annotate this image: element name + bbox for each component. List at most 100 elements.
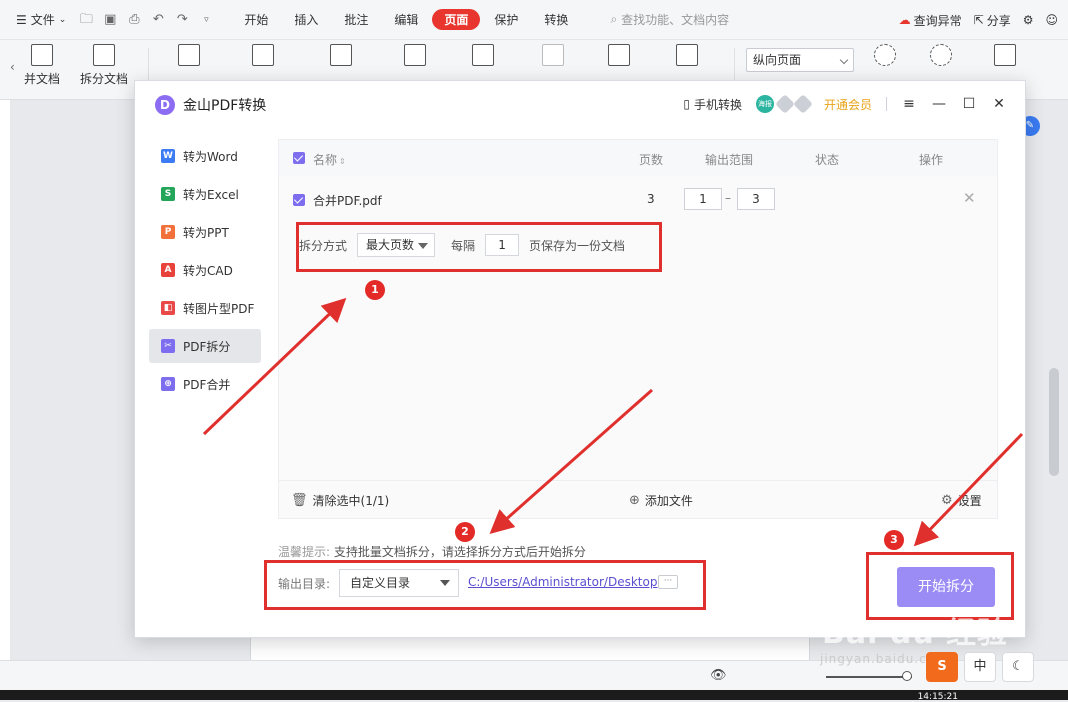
sidebar-item-2[interactable]: P 转为PPT [149,215,261,249]
close-icon[interactable]: ✕ [991,96,1007,112]
toolbar-page-button-6[interactable] [542,44,564,70]
plus-circle-icon: ⊕ [629,493,640,508]
tab-1[interactable]: 插入 [282,9,330,30]
customize-icon[interactable]: ▿ [198,12,214,28]
query-error-button[interactable]: ☁ 查询异常 [899,12,962,29]
menu-icon[interactable]: ≡ [901,96,917,112]
zoom-slider[interactable] [826,676,912,678]
sidebar-item-label: 转为Word [183,149,238,164]
tip-text: 温馨提示: 支持批量文档拆分，请选择拆分方式后开始拆分 [278,543,586,560]
tab-4[interactable]: 页面 [432,9,481,30]
split-doc-button[interactable]: 拆分文档 [80,44,128,87]
export-page-button[interactable] [994,44,1016,70]
annotation-box-1 [296,222,662,272]
wps-logo-icon[interactable]: S [926,652,958,682]
file-menu[interactable]: ☰ 文件 ⌄ [8,11,74,28]
toolbar-page-button-5[interactable] [472,44,494,70]
zoom-slider-handle[interactable] [902,671,912,681]
toolbar-page-button-7[interactable] [608,44,630,70]
chevron-down-icon: ⌄ [58,14,67,25]
toolbar-page-button-3[interactable] [330,44,352,70]
maximize-icon[interactable]: ☐ [961,96,977,112]
ribbon-tabs: 开始 插入 批注 编辑 页面 保护 转换 [232,9,582,30]
sidebar-item-label: 转为CAD [183,263,233,278]
split-page-icon [676,44,698,66]
sidebar-item-label: 转为Excel [183,187,239,202]
file-list-header: 名称 ⇕ 页数 输出范围 状态 操作 [279,140,997,176]
settings-icon[interactable]: ⚙ [1023,13,1034,27]
add-file-button[interactable]: ⊕ 添加文件 [629,492,693,509]
split-doc-label: 拆分文档 [80,72,129,86]
emoji-icon[interactable]: ☺ [1045,13,1058,27]
redo-icon[interactable]: ↷ [174,12,190,28]
file-page-count: 3 [647,192,655,206]
sidebar-item-label: 转为PPT [183,225,229,240]
settings-button[interactable]: ⚙ 设置 [941,492,982,509]
tab-3[interactable]: 编辑 [382,9,430,30]
phone-icon: ▯ [683,97,690,111]
sidebar-item-4[interactable]: ◧ 转图片型PDF [149,291,261,325]
eye-icon[interactable]: 👁 [710,668,727,683]
range-to-input[interactable]: 3 [737,188,775,210]
clear-selected-button[interactable]: 🗑 清除选中(1/1) [291,492,389,509]
annotation-number-1: 1 [365,280,385,300]
tab-6[interactable]: 转换 [532,9,580,30]
tab-2[interactable]: 批注 [332,9,380,30]
trash-icon: 🗑 [291,493,308,508]
column-range-header: 输出范围 [705,153,754,167]
pdf-split-icon: ✂ [161,339,175,353]
sidebar-item-label: PDF合并 [183,377,231,392]
sidebar-item-1[interactable]: S 转为Excel [149,177,261,211]
open-folder-icon[interactable]: 🗀 [78,12,94,28]
toolbar-page-button-4[interactable] [404,44,426,70]
toolbar-page-button-8[interactable] [676,44,698,70]
tip-message: 支持批量文档拆分，请选择拆分方式后开始拆分 [333,545,586,559]
query-error-label: 查询异常 [913,13,962,28]
column-name-label: 名称 [313,153,338,167]
mobile-convert-label: 手机转换 [693,97,742,112]
row-checkbox[interactable] [293,194,305,206]
input-language-button[interactable]: 中 [964,652,996,682]
mobile-convert-button[interactable]: ▯ 手机转换 [683,96,742,113]
crop-page-icon [542,44,564,66]
toolbar-page-button-1[interactable] [178,44,200,70]
toolbar-scroll-left-icon[interactable]: ‹ [10,60,15,74]
settings-label: 设置 [957,494,982,508]
range-from-input[interactable]: 1 [684,188,722,210]
minimize-icon[interactable]: — [931,96,947,112]
clear-selected-label: 清除选中(1/1) [312,494,390,508]
column-name-header[interactable]: 名称 ⇕ [313,151,346,168]
rotate-right-button[interactable] [930,44,952,70]
merge-doc-button[interactable]: 并文档 [24,44,60,87]
print-icon[interactable]: ⎙ [126,12,142,28]
tab-0[interactable]: 开始 [232,9,280,30]
sidebar-item-5[interactable]: ✂ PDF拆分 [149,329,261,363]
save-icon[interactable]: ▣ [102,12,118,28]
sidebar-item-0[interactable]: W 转为Word [149,139,261,173]
hamburger-icon: ☰ [16,12,27,27]
sidebar-item-6[interactable]: ⊕ PDF合并 [149,367,261,401]
open-vip-link[interactable]: 开通会员 [824,96,872,113]
column-pages-header: 页数 [639,153,664,167]
remove-file-icon[interactable]: ✕ [963,189,976,207]
rotate-left-button[interactable] [874,44,896,70]
vertical-scrollbar[interactable] [1049,368,1059,476]
cloud-error-icon: ☁ [898,13,911,27]
taskbar-clock: 14:15:21 [917,692,958,702]
search-box[interactable]: ⌕ 查找功能、文档内容 [610,11,729,28]
select-all-checkbox[interactable] [293,152,305,164]
sidebar-item-3[interactable]: A 转为CAD [149,253,261,287]
taskbar [0,690,1068,700]
file-list-panel: 名称 ⇕ 页数 输出范围 状态 操作 合并PDF.pdf 3 1 – 3 ✕ 拆分… [278,139,998,519]
orientation-select[interactable]: 纵向页面 [746,48,854,72]
vip-badges[interactable]: 海报 [755,94,813,114]
undo-icon[interactable]: ↶ [150,12,166,28]
annotation-number-3: 3 [884,530,904,550]
moon-icon[interactable]: ☾ [1002,652,1034,682]
page-size-icon [608,44,630,66]
toolbar-page-button-2[interactable] [252,44,274,70]
share-button[interactable]: ⇱ 分享 [974,12,1011,29]
floating-tools: S 中 ☾ [926,652,1034,682]
share-icon: ⇱ [973,13,984,27]
tab-5[interactable]: 保护 [482,9,530,30]
